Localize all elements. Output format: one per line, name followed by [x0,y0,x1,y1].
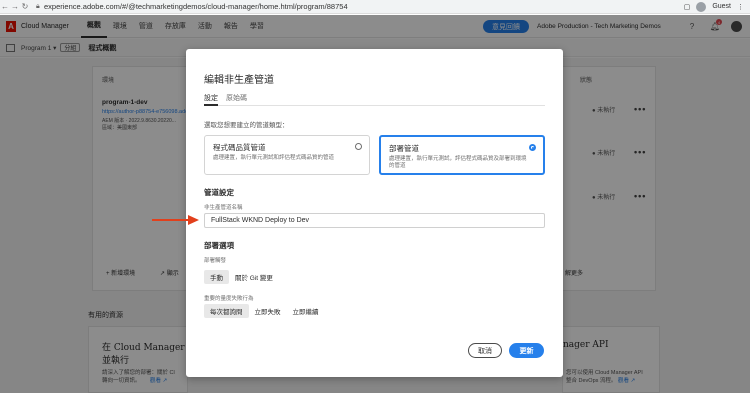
browser-toolbar: ← → ↻ 🔒︎ experience.adobe.com/#/@techmar… [0,0,750,14]
option-deployment-pipeline[interactable]: 部署管道 處理建置，執行單元測試，評估程式碼品質及部署到環境的管道 [379,135,545,175]
radio-code-quality[interactable] [355,143,362,150]
trigger-manual[interactable]: 手動 [204,270,229,284]
metric-fail-immediately[interactable]: 立即失敗 [249,304,287,318]
option-code-quality-desc: 處理建置，執行單元測試和評估程式碼品質的管道 [213,155,335,161]
lock-icon: 🔒︎ [36,2,40,10]
reload-icon[interactable]: ↻ [20,1,30,13]
cancel-button[interactable]: 取消 [468,343,502,358]
tab-configuration[interactable]: 設定 [204,93,218,106]
guest-avatar[interactable] [696,1,707,12]
important-metrics-group: 每次都詢問 立即失敗 立即繼續 [204,304,325,318]
deployment-options-heading: 部署選項 [204,241,234,250]
annotation-arrow-icon [152,215,199,225]
metric-continue-immediately[interactable]: 立即繼續 [287,304,325,318]
pipeline-name-label: 非生產管道名稱 [204,205,243,211]
dialog-title: 編輯非生產管道 [204,75,274,86]
trigger-on-git-changes[interactable]: 關於 Git 變更 [229,270,279,284]
guest-label: Guest [712,3,731,10]
option-code-quality-pipeline[interactable]: 程式碼品質管道 處理建置，執行單元測試和評估程式碼品質的管道 [204,135,370,175]
url-text: experience.adobe.com/#/@techmarketingdem… [44,2,348,11]
forward-icon[interactable]: → [10,1,20,13]
radio-deployment[interactable] [529,144,536,151]
tab-switch-icon[interactable]: ▢ [684,3,691,11]
tab-source-code[interactable]: 原始碼 [226,93,247,106]
update-button[interactable]: 更新 [509,343,544,358]
pipeline-name-input[interactable]: FullStack WKND Deploy to Dev [204,213,545,228]
dialog-tabs: 設定 原始碼 [204,93,545,106]
deployment-trigger-group: 手動 關於 Git 變更 [204,270,279,284]
edit-pipeline-dialog: 編輯非生產管道 設定 原始碼 選取您想要建立的管道類型： 程式碼品質管道 處理建… [186,49,563,377]
pipeline-type-caption: 選取您想要建立的管道類型： [204,122,289,129]
option-code-quality-title: 程式碼品質管道 [213,143,266,152]
pipeline-settings-heading: 管道設定 [204,188,234,197]
option-deployment-desc: 處理建置，執行單元測試，評估程式碼品質及部署到環境的管道 [389,156,527,169]
important-metrics-label: 重要的量度失敗行為 [204,296,254,302]
back-icon[interactable]: ← [0,1,10,13]
option-deployment-title: 部署管道 [389,144,419,153]
browser-menu-icon[interactable]: ⋮ [737,3,744,11]
address-bar[interactable]: 🔒︎ experience.adobe.com/#/@techmarketing… [36,2,348,11]
deployment-trigger-label: 部署觸發 [204,258,227,264]
metric-ask-every-time[interactable]: 每次都詢問 [204,304,249,318]
